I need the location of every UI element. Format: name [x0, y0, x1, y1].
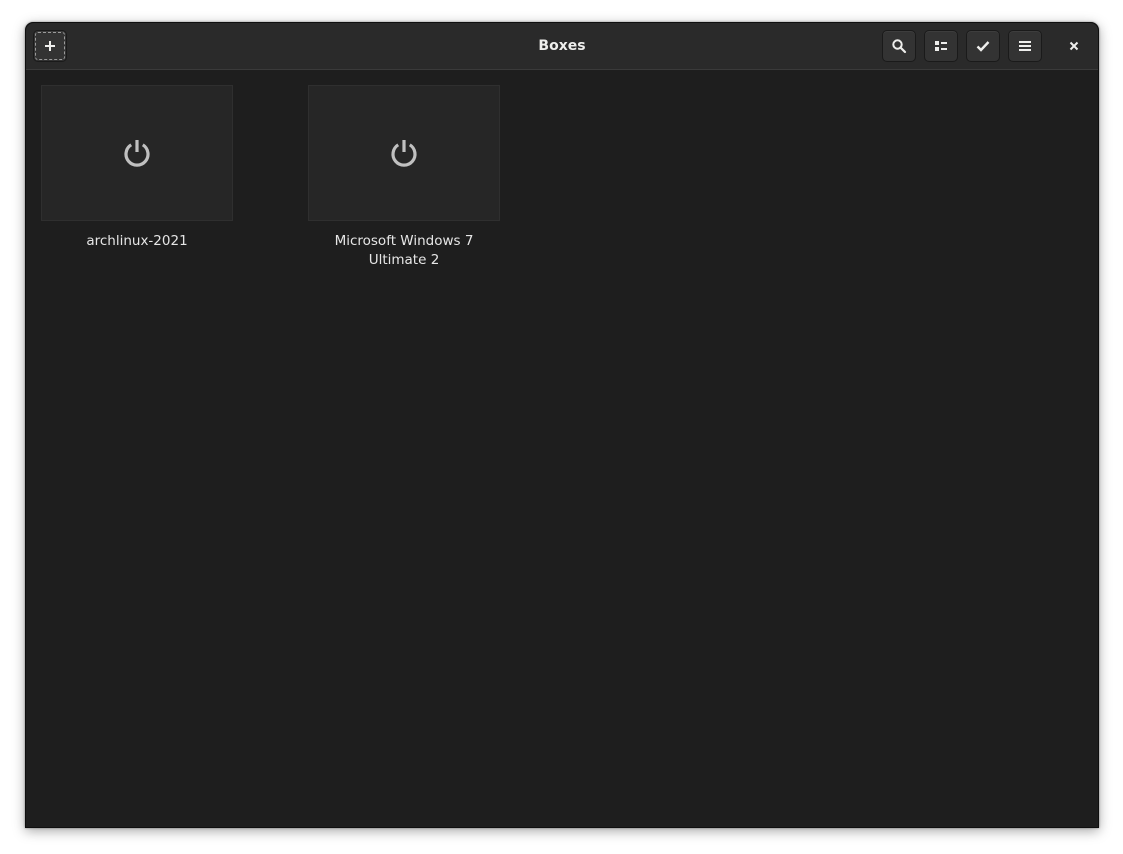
- search-button[interactable]: [882, 30, 916, 62]
- machine-item[interactable]: archlinux-2021: [41, 85, 233, 251]
- close-button[interactable]: [1062, 34, 1086, 58]
- list-view-icon: [935, 41, 947, 51]
- boxes-window: Boxes archlinux-2021 Microsoft Windows 7…: [25, 22, 1099, 828]
- machine-name: archlinux-2021: [86, 233, 188, 249]
- machine-name: Microsoft Windows 7 Ultimate 2: [334, 233, 474, 268]
- machine-thumbnail[interactable]: [308, 85, 500, 221]
- header-bar: Boxes: [26, 23, 1098, 70]
- select-mode-button[interactable]: [966, 30, 1000, 62]
- machine-grid: archlinux-2021 Microsoft Windows 7 Ultim…: [26, 70, 1098, 827]
- checkmark-icon: [976, 41, 990, 52]
- plus-icon: [45, 41, 55, 51]
- close-icon: [1069, 41, 1079, 51]
- machine-thumbnail[interactable]: [41, 85, 233, 221]
- new-box-button[interactable]: [33, 30, 67, 62]
- main-menu-button[interactable]: [1008, 30, 1042, 62]
- power-icon: [124, 140, 150, 167]
- view-toggle-button[interactable]: [924, 30, 958, 62]
- search-icon: [892, 39, 907, 54]
- hamburger-menu-icon: [1019, 41, 1031, 51]
- machine-item[interactable]: Microsoft Windows 7 Ultimate 2: [308, 85, 500, 270]
- power-icon: [391, 140, 417, 167]
